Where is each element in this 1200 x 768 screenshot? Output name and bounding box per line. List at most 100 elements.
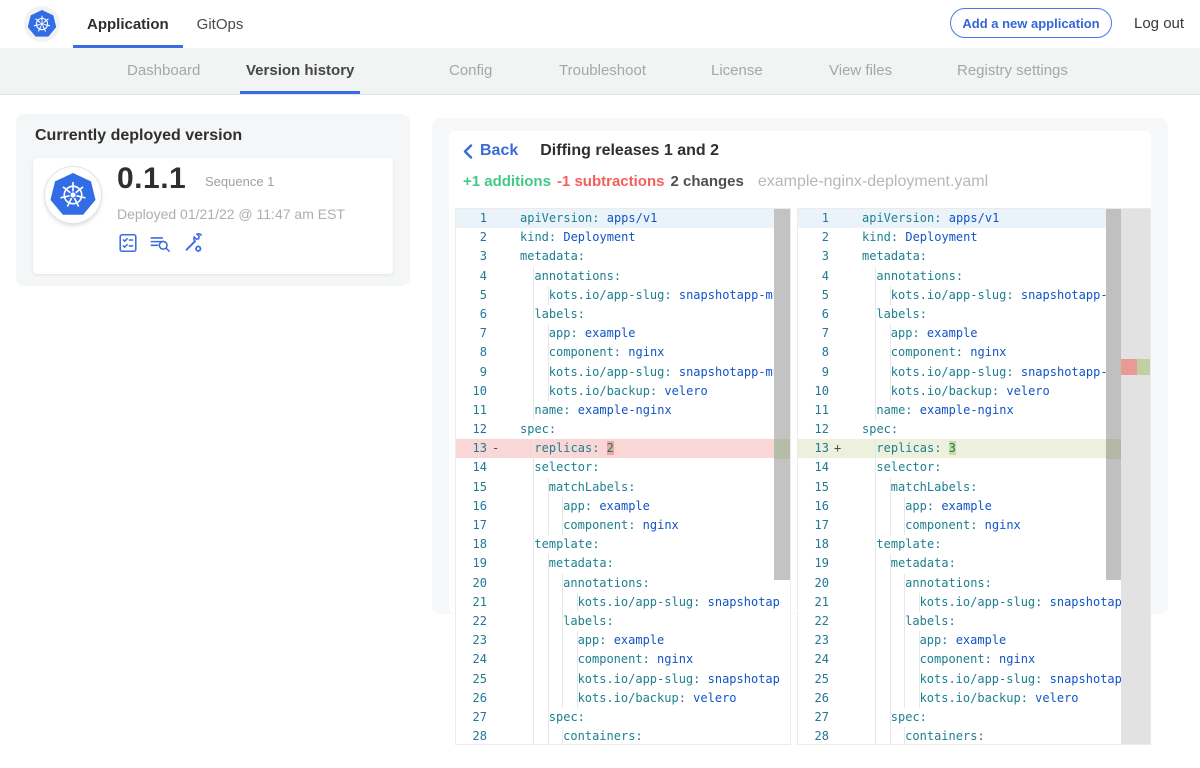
code-line: 9kots.io/app-slug: snapshotapp-mu [798,363,1150,382]
code-line: 10kots.io/backup: velero [456,382,790,401]
code-line: 19metadata: [798,554,1150,573]
code-line: 6labels: [456,305,790,324]
code-line: 4annotations: [456,267,790,286]
code-line: 25kots.io/app-slug: snapshotap [456,670,790,689]
editor-modified[interactable]: 1apiVersion: apps/v12kind: Deployment3me… [797,208,1151,745]
editor-original[interactable]: 1apiVersion: apps/v12kind: Deployment3me… [455,208,791,745]
code-line: 14selector: [798,458,1150,477]
code-line: 11name: example-nginx [456,401,790,420]
code-line: 2kind: Deployment [456,228,790,247]
subnav-item-troubleshoot[interactable]: Troubleshoot [553,48,652,91]
code-line: 26kots.io/backup: velero [456,689,790,708]
code-line: 17component: nginx [456,516,790,535]
overview-ruler [1121,209,1150,745]
code-line: 19metadata: [456,554,790,573]
subnav-item-version-history[interactable]: Version history [240,48,360,94]
diff-line-marker [774,439,791,458]
code-line: 24component: nginx [456,650,790,669]
subnav-item-view-files[interactable]: View files [823,48,898,91]
code-line: 1apiVersion: apps/v1 [798,209,1150,228]
subnav-item-registry-settings[interactable]: Registry settings [951,48,1074,91]
kubernetes-icon [28,10,57,38]
tab-gitops[interactable]: GitOps [183,0,258,48]
back-button[interactable]: Back [463,142,518,160]
code-line: 5kots.io/app-slug: snapshotapp-mu [798,286,1150,305]
changes-count: 2 changes [670,173,743,190]
diff-line-marker [1106,439,1121,458]
subnav-item-config[interactable]: Config [443,48,498,91]
view-logs-icon[interactable] [148,232,172,254]
subnav-item-license[interactable]: License [705,48,769,91]
code-line: 28containers: [798,727,1150,745]
deployed-version-card: Currently deployed version 0.1.1 Sequenc… [16,114,410,286]
logout-link[interactable]: Log out [1134,15,1184,32]
subnav-item-dashboard[interactable]: Dashboard [121,48,206,91]
tab-application[interactable]: Application [73,0,183,48]
code-line: 11name: example-nginx [798,401,1150,420]
sequence-label: Sequence 1 [205,174,274,189]
diff-stats: +1 additions -1 subtractions 2 changes e… [463,173,988,191]
code-line: 7app: example [456,324,790,343]
deployed-card-title: Currently deployed version [35,127,242,145]
code-line: 10kots.io/backup: velero [798,382,1150,401]
code-line: 21kots.io/app-slug: snapshotap [456,593,790,612]
scrollbar-thumb[interactable] [774,209,791,580]
code-line: 18template: [456,535,790,554]
code-line: 13-replicas: 2 [456,439,790,458]
additions-count: +1 additions [463,173,551,190]
code-line: 12spec: [456,420,790,439]
code-line: 12spec: [798,420,1150,439]
code-line: 13+replicas: 3 [798,439,1150,458]
deployed-version-row: 0.1.1 Sequence 1 Deployed 01/21/22 @ 11:… [33,158,393,274]
code-line: 8component: nginx [798,343,1150,362]
add-application-button[interactable]: Add a new application [950,8,1112,38]
code-line: 27spec: [456,708,790,727]
code-line: 16app: example [798,497,1150,516]
code-line: 5kots.io/app-slug: snapshotapp-mu [456,286,790,305]
code-line: 8component: nginx [456,343,790,362]
kots-admin-console: ApplicationGitOps Add a new application … [0,0,1200,768]
subtractions-count: -1 subtractions [557,173,665,190]
release-notes-icon[interactable] [117,232,139,254]
code-line: 3metadata: [456,247,790,266]
version-action-icons [117,232,205,254]
primary-tabs: ApplicationGitOps [73,0,257,48]
code-line: 3metadata: [798,247,1150,266]
kubernetes-icon [50,173,96,217]
code-line: 17component: nginx [798,516,1150,535]
top-bar: ApplicationGitOps Add a new application … [0,0,1200,49]
code-line: 15matchLabels: [456,478,790,497]
code-line: 14selector: [456,458,790,477]
back-label: Back [480,142,518,160]
deployed-timestamp: Deployed 01/21/22 @ 11:47 am EST [117,206,345,222]
diff-filename: example-nginx-deployment.yaml [758,173,988,191]
version-number: 0.1.1 [117,162,186,196]
edit-config-icon[interactable] [181,232,205,254]
code-line: 7app: example [798,324,1150,343]
code-line: 27spec: [798,708,1150,727]
code-line: 16app: example [456,497,790,516]
code-line: 22labels: [798,612,1150,631]
ruler-insertion-mark [1137,359,1150,375]
scrollbar-thumb[interactable] [1106,209,1121,580]
code-line: 2kind: Deployment [798,228,1150,247]
code-line: 24component: nginx [798,650,1150,669]
code-line: 15matchLabels: [798,478,1150,497]
code-line: 21kots.io/app-slug: snapshotap [798,593,1150,612]
code-line: 1apiVersion: apps/v1 [456,209,790,228]
diff-title: Diffing releases 1 and 2 [540,142,719,160]
code-line: 22labels: [456,612,790,631]
code-line: 26kots.io/backup: velero [798,689,1150,708]
code-line: 23app: example [798,631,1150,650]
app-icon-badge [45,167,101,223]
code-line: 23app: example [456,631,790,650]
code-line: 28containers: [456,727,790,745]
code-line: 9kots.io/app-slug: snapshotapp-mu [456,363,790,382]
app-logo[interactable] [24,6,60,42]
code-line: 18template: [798,535,1150,554]
code-line: 25kots.io/app-slug: snapshotap [798,670,1150,689]
secondary-nav: Dashboard Version history Config Troublesho… [0,48,1200,95]
code-line: 20annotations: [798,574,1150,593]
code-line: 20annotations: [456,574,790,593]
code-line: 6labels: [798,305,1150,324]
